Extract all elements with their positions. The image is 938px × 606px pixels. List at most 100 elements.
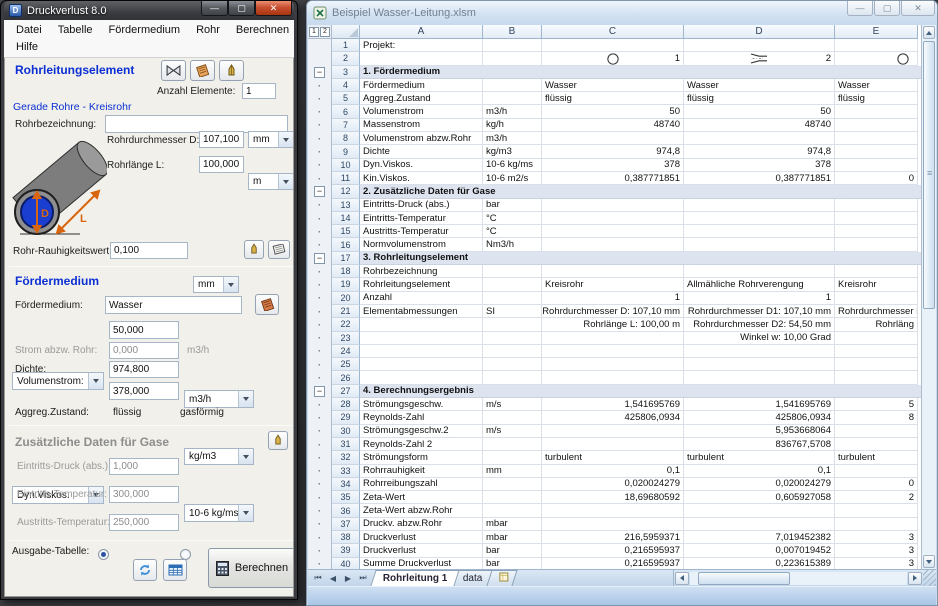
row-header-8[interactable]: 8 <box>332 132 360 145</box>
rauhigkeit-unit-select[interactable]: mm <box>193 276 239 293</box>
menu-rohr[interactable]: Rohr <box>188 23 228 37</box>
cell-E36[interactable] <box>835 504 918 517</box>
cell-B13[interactable]: bar <box>483 199 542 212</box>
cell-C36[interactable] <box>542 504 684 517</box>
menu-hilfe[interactable]: Hilfe <box>8 40 46 54</box>
row-header-17[interactable]: 17 <box>332 252 360 265</box>
cell-B9[interactable]: kg/m3 <box>483 145 542 158</box>
cell-A21[interactable]: Elementabmessungen <box>360 305 483 318</box>
rauhigkeit-table-button[interactable] <box>268 240 290 259</box>
column-header-A[interactable]: A <box>360 25 483 39</box>
cell-E23[interactable] <box>835 332 918 345</box>
element-catalog-button[interactable] <box>190 60 215 81</box>
cell-A3[interactable]: 1. Fördermedium <box>360 66 694 79</box>
close-button[interactable]: ✕ <box>255 1 292 16</box>
cell-A28[interactable]: Strömungsgeschw. <box>360 398 483 411</box>
cell-A14[interactable]: Eintritts-Temperatur <box>360 212 483 225</box>
open-table-button[interactable] <box>163 559 187 581</box>
dichte-unit-select[interactable]: kg/m3 <box>184 448 254 465</box>
cell-E38[interactable]: 3 <box>835 531 918 544</box>
cell-D19[interactable]: Allmähliche Rohrverengung <box>684 278 835 291</box>
row-header-27[interactable]: 27 <box>332 385 360 398</box>
cell-A36[interactable]: Zeta-Wert abzw.Rohr <box>360 504 483 517</box>
outline-collapse-button[interactable]: − <box>314 253 325 264</box>
cell-B23[interactable] <box>483 332 542 345</box>
row-header-30[interactable]: 30 <box>332 425 360 438</box>
maximize-button[interactable]: ▢ <box>228 1 255 16</box>
outline-level-1-button[interactable]: 1 <box>309 27 319 37</box>
row-header-13[interactable]: 13 <box>332 199 360 212</box>
cell-B7[interactable]: kg/h <box>483 119 542 132</box>
cell-D3[interactable] <box>694 66 845 79</box>
row-header-19[interactable]: 19 <box>332 278 360 291</box>
cell-B30[interactable]: m/s <box>483 425 542 438</box>
cell-C29[interactable]: 425806,0934 <box>542 411 684 424</box>
cell-C38[interactable]: 216,5959371 <box>542 531 684 544</box>
cell-C30[interactable] <box>542 425 684 438</box>
cell-A1[interactable]: Projekt: <box>360 39 483 52</box>
row-header-14[interactable]: 14 <box>332 212 360 225</box>
cell-B21[interactable]: SI <box>483 305 542 318</box>
cell-E35[interactable]: 2 <box>835 491 918 504</box>
cell-C18[interactable] <box>542 265 684 278</box>
horizontal-scroll-thumb[interactable] <box>698 572 790 585</box>
cell-E9[interactable] <box>835 145 918 158</box>
cell-C32[interactable]: turbulent <box>542 451 684 464</box>
cell-B34[interactable] <box>483 478 542 491</box>
cell-B19[interactable] <box>483 278 542 291</box>
cell-E20[interactable] <box>835 292 918 305</box>
dichte-input[interactable] <box>109 361 179 378</box>
select-all-corner[interactable] <box>332 25 360 39</box>
berechnen-button[interactable]: Berechnen <box>208 548 294 588</box>
cell-E22[interactable]: Rohrläng <box>835 318 918 331</box>
cell-A39[interactable]: Druckverlust <box>360 544 483 557</box>
cell-B16[interactable]: Nm3/h <box>483 238 542 251</box>
cell-E7[interactable] <box>835 119 918 132</box>
outline-collapse-button[interactable]: − <box>314 186 325 197</box>
row-header-28[interactable]: 28 <box>332 398 360 411</box>
cell-D25[interactable] <box>684 358 835 371</box>
row-header-37[interactable]: 37 <box>332 518 360 531</box>
cell-D14[interactable] <box>684 212 835 225</box>
cell-C24[interactable] <box>542 345 684 358</box>
cell-D38[interactable]: 7,019452382 <box>684 531 835 544</box>
row-header-36[interactable]: 36 <box>332 504 360 517</box>
cell-E10[interactable] <box>835 159 918 172</box>
cell-A9[interactable]: Dichte <box>360 145 483 158</box>
cell-E16[interactable] <box>835 238 918 251</box>
cell-C14[interactable] <box>542 212 684 225</box>
cell-E3[interactable] <box>845 66 928 79</box>
cell-B5[interactable] <box>483 92 542 105</box>
cell-D23[interactable]: Winkel w: 10,00 Grad <box>684 332 835 345</box>
cell-E11[interactable]: 0 <box>835 172 918 185</box>
row-header-25[interactable]: 25 <box>332 358 360 371</box>
cell-D17[interactable] <box>694 252 845 265</box>
menu-foerdermedium[interactable]: Fördermedium <box>101 23 189 37</box>
menu-datei[interactable]: Datei <box>8 23 50 37</box>
vertical-scroll-thumb[interactable] <box>923 41 935 309</box>
durchmesser-unit-select[interactable]: mm <box>248 131 294 148</box>
cell-D11[interactable]: 0,387771851 <box>684 172 835 185</box>
cell-A12[interactable]: 2. Zusätzliche Daten für Gase <box>360 185 694 198</box>
cell-C20[interactable]: 1 <box>542 292 684 305</box>
cell-B1[interactable] <box>483 39 542 52</box>
volumenstrom-input[interactable] <box>109 321 179 339</box>
excel-titlebar[interactable]: Beispiel Wasser-Leitung.xlsm — ▢ ✕ <box>307 1 937 25</box>
column-header-B[interactable]: B <box>483 25 542 39</box>
cell-B33[interactable]: mm <box>483 465 542 478</box>
row-header-22[interactable]: 22 <box>332 318 360 331</box>
fluessig-radio-label[interactable]: flüssig <box>113 407 141 418</box>
cell-C23[interactable] <box>542 332 684 345</box>
cell-C19[interactable]: Kreisrohr <box>542 278 684 291</box>
cell-C31[interactable] <box>542 438 684 451</box>
row-header-6[interactable]: 6 <box>332 105 360 118</box>
row-header-20[interactable]: 20 <box>332 292 360 305</box>
cell-C28[interactable]: 1,541695769 <box>542 398 684 411</box>
cell-D12[interactable] <box>694 185 845 198</box>
anzahl-elemente-input[interactable] <box>242 83 276 99</box>
cell-A10[interactable]: Dyn.Viskos. <box>360 159 483 172</box>
cell-A6[interactable]: Volumenstrom <box>360 105 483 118</box>
cell-E1[interactable] <box>835 39 918 52</box>
cell-B35[interactable] <box>483 491 542 504</box>
row-header-35[interactable]: 35 <box>332 491 360 504</box>
